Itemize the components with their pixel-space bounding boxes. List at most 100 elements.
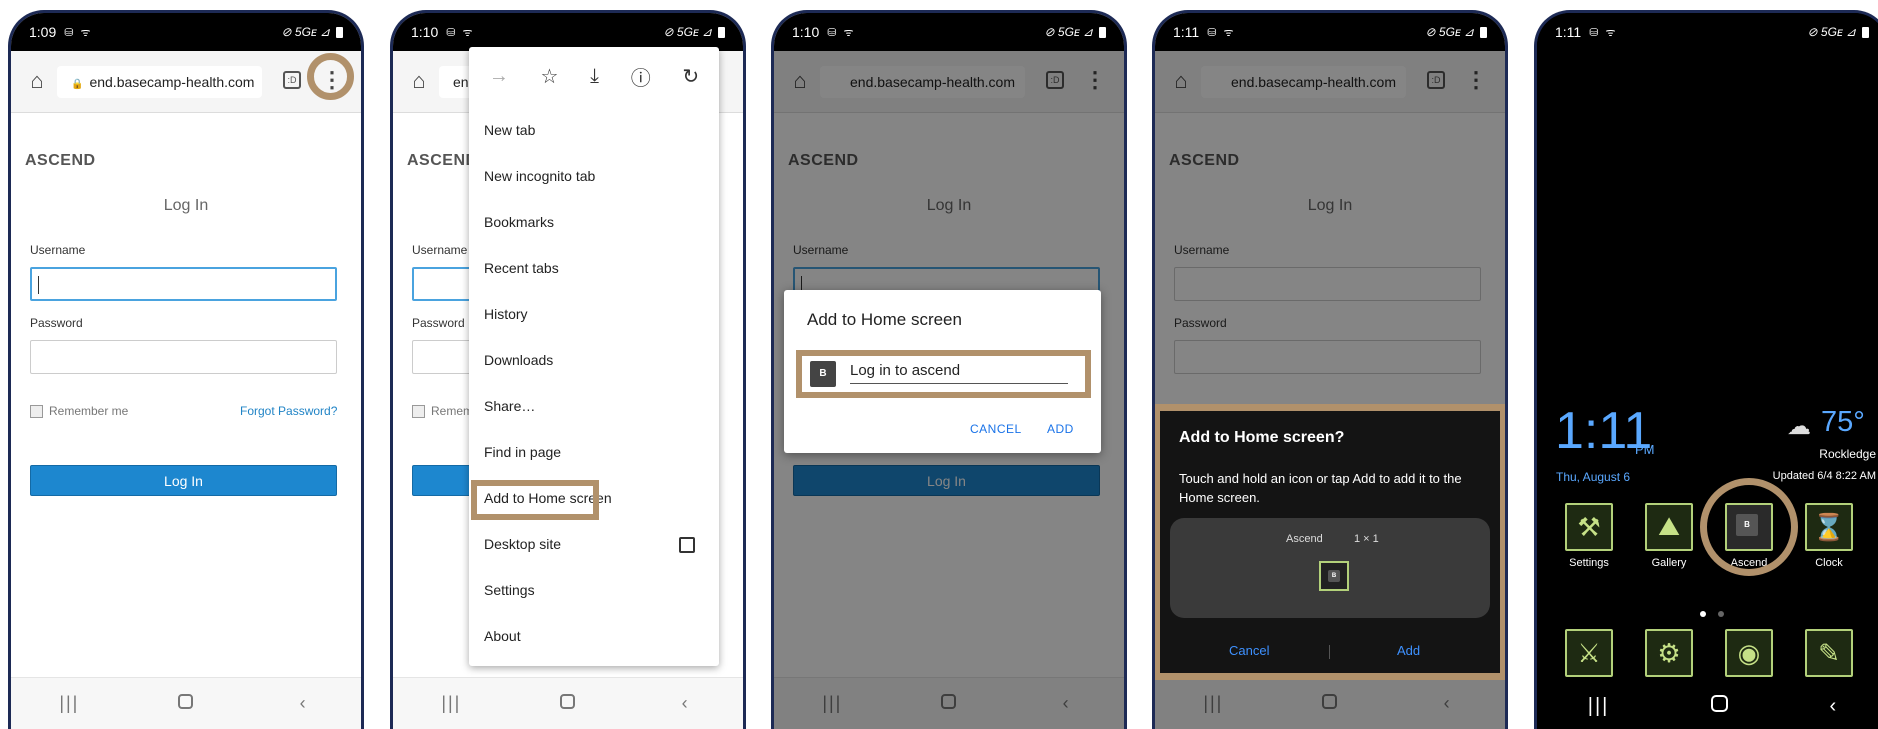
menu-item-find-in-page[interactable]: Find in page (484, 444, 561, 460)
app-settings[interactable]: ⚒ Settings (1554, 503, 1624, 569)
gallery-icon: ⛰ (1645, 503, 1693, 551)
status-time: 1:10 (792, 24, 820, 40)
app-row2-3[interactable]: ◉ (1714, 629, 1784, 683)
username-label: Username (30, 243, 86, 257)
home-nav-button[interactable] (1710, 695, 1728, 718)
brand-title: ASCEND (407, 152, 478, 169)
sheet-description: Touch and hold an icon or tap Add to add… (1179, 471, 1462, 505)
menu-item-new-tab[interactable]: New tab (484, 122, 535, 138)
dialog-title: Add to Home screen (807, 310, 962, 329)
login-page: ASCEND Log In Username Password Remember… (11, 114, 361, 677)
menu-item-downloads[interactable]: Downloads (484, 352, 553, 368)
shortcut-name-input[interactable]: Log in to ascend (850, 362, 1068, 384)
menu-item-about[interactable]: About (484, 628, 521, 644)
brand-title: ASCEND (25, 152, 96, 169)
home-icon[interactable]: ⌂ (405, 67, 433, 95)
status-bar: 1:10 ⛁ ᯤ ⊘ 5Gᴇ ⊿ (393, 13, 743, 51)
status-icons-right: ⊘ 5Gᴇ ⊿ (1045, 25, 1106, 39)
weather-temperature[interactable]: 75° (1821, 406, 1865, 439)
menu-item-bookmarks[interactable]: Bookmarks (484, 214, 554, 230)
battery-icon (1099, 26, 1106, 38)
info-icon[interactable]: ⓘ (631, 62, 651, 91)
page-dot-active[interactable] (1700, 611, 1706, 617)
app-clock[interactable]: ⌛ Clock (1794, 503, 1864, 569)
back-icon[interactable]: ‹ (283, 693, 323, 714)
app-label: Gallery (1651, 557, 1687, 569)
app-row2-1[interactable]: ⚔ (1554, 629, 1624, 683)
username-input[interactable] (30, 267, 337, 301)
home-nav-button[interactable] (166, 693, 206, 714)
status-time: 1:11 (1173, 24, 1200, 40)
status-icons-right: ⊘ 5Gᴇ ⊿ (1426, 25, 1487, 39)
login-heading: Log In (163, 197, 209, 214)
page-dot[interactable] (1718, 611, 1724, 617)
menu-item-history[interactable]: History (484, 306, 528, 322)
highlight-circle-menu (307, 53, 354, 100)
password-label: Password (30, 316, 83, 330)
status-icons-left: ⛁ ᯤ (1207, 26, 1236, 39)
home-screen: 1:11 PM Thu, August 6 ☁ 75° Rockledge Up… (1537, 51, 1878, 729)
cancel-button[interactable]: Cancel (1229, 643, 1269, 658)
preview-app-icon[interactable]: B (1319, 561, 1349, 591)
globe-icon: ◉ (1725, 629, 1773, 677)
remember-me[interactable]: Remember me (30, 404, 128, 418)
forward-icon[interactable]: → (489, 65, 509, 88)
home-icon[interactable]: ⌂ (23, 67, 51, 95)
recent-apps-icon[interactable]: ||| (49, 693, 89, 714)
signal-icons: ⊘ 5Gᴇ ⊿ (281, 25, 330, 39)
menu-item-recent-tabs[interactable]: Recent tabs (484, 260, 559, 276)
menu-item-share[interactable]: Share… (484, 398, 535, 414)
recent-apps-icon[interactable]: ||| (431, 693, 471, 714)
status-icons-right: ⊘ 5Gᴇ ⊿ (664, 25, 725, 39)
login-button[interactable]: Log In (30, 465, 337, 496)
menu-item-desktop-site[interactable]: Desktop site (484, 536, 561, 552)
refresh-icon[interactable]: ↻ (682, 64, 699, 89)
hourglass-icon: ⌛ (1805, 503, 1853, 551)
address-bar[interactable]: 🔒 end.basecamp-health.com (57, 66, 262, 98)
status-time: 1:10 (411, 24, 439, 40)
recent-apps-icon[interactable]: ||| (1588, 695, 1610, 718)
signal-icons: ⊘ 5Gᴇ ⊿ (1044, 25, 1093, 39)
home-nav-button[interactable] (548, 693, 588, 714)
android-nav-bar: ||| ‹ (393, 677, 743, 729)
android-nav-bar: ||| ‹ (1537, 684, 1878, 729)
back-icon[interactable]: ‹ (665, 693, 705, 714)
remember-checkbox[interactable] (30, 404, 43, 418)
status-icons-right: ⊘ 5Gᴇ ⊿ (282, 25, 343, 39)
battery-icon (1862, 26, 1869, 38)
phone-step-3: 1:10 ⛁ ᯤ ⊘ 5Gᴇ ⊿ ⌂ end.basecamp-health.c… (771, 10, 1127, 729)
star-icon[interactable]: ☆ (541, 64, 559, 89)
desktop-site-checkbox[interactable] (679, 537, 695, 553)
phone-step-1: 1:09 ⛁ ᯤ ⊘ 5Gᴇ ⊿ ⌂ 🔒 end.basecamp-health.… (8, 10, 364, 729)
app-row2-2[interactable]: ⚙ (1634, 629, 1704, 683)
settings-icon: ⚒ (1565, 503, 1613, 551)
status-icons-left: ⛁ ᯤ (64, 26, 93, 39)
home-nav-icon (560, 694, 576, 709)
back-icon[interactable]: ‹ (1830, 695, 1837, 718)
menu-item-new-incognito-tab[interactable]: New incognito tab (484, 168, 595, 184)
page-indicator (1700, 611, 1724, 617)
download-icon[interactable]: ⤓ (590, 65, 599, 88)
phone-step-4: 1:11 ⛁ ᯤ ⊘ 5Gᴇ ⊿ ⌂ end.basecamp-health.c… (1152, 10, 1508, 729)
forgot-password-link[interactable]: Forgot Password? (240, 404, 337, 418)
gear-icon: ⚙ (1645, 629, 1693, 677)
status-bar: 1:11 ⛁ ᯤ ⊘ 5Gᴇ ⊿ (1155, 13, 1505, 51)
signal-icons: ⊘ 5Gᴇ ⊿ (1425, 25, 1474, 39)
password-input[interactable] (30, 340, 337, 374)
cancel-button[interactable]: CANCEL (970, 422, 1022, 436)
app-row2-4[interactable]: ✎ (1794, 629, 1864, 683)
button-divider (1329, 645, 1330, 659)
tab-switcher-button[interactable]: :D (283, 71, 301, 89)
home-nav-icon (1710, 695, 1728, 712)
home-nav-icon (178, 694, 194, 709)
menu-item-settings[interactable]: Settings (484, 582, 535, 598)
app-gallery[interactable]: ⛰ Gallery (1634, 503, 1704, 569)
browser-overflow-menu: → ☆ ⤓ ⓘ ↻ New tab New incognito tab Book… (469, 47, 719, 666)
weather-location: Rockledge (1819, 447, 1876, 461)
add-button[interactable]: Add (1397, 643, 1420, 658)
add-button[interactable]: ADD (1047, 422, 1074, 436)
app-label: Settings (1569, 557, 1609, 569)
remember-checkbox[interactable] (412, 404, 425, 418)
phone-step-5: 1:11 ⛁ ᯤ ⊘ 5Gᴇ ⊿ 1:11 PM Thu, August 6 ☁… (1534, 10, 1878, 729)
widget-preview-card[interactable]: Ascend 1 × 1 B (1170, 518, 1490, 618)
